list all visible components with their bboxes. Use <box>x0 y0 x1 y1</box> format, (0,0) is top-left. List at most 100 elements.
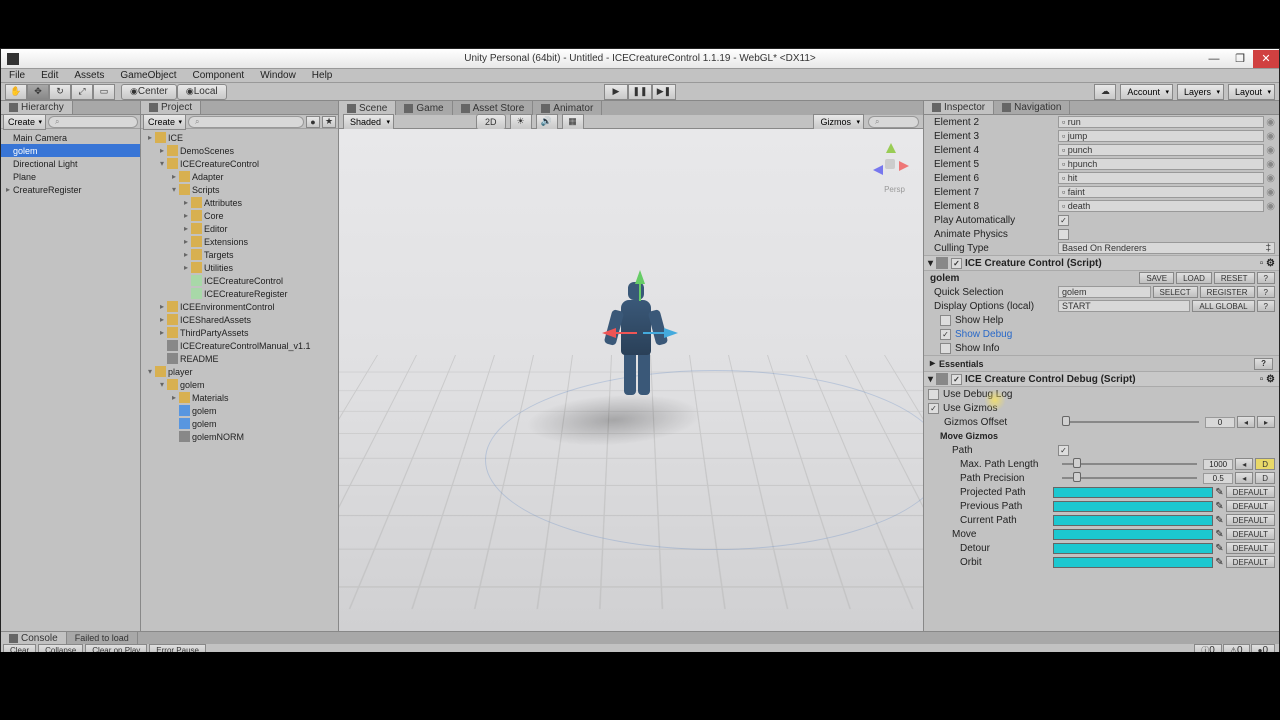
eyedropper-icon[interactable]: ✎ <box>1215 557 1223 568</box>
game-tab[interactable]: Game <box>396 101 452 115</box>
culling-dropdown[interactable]: Based On Renderers ‡ <box>1058 242 1275 254</box>
reset-button[interactable]: RESET <box>1214 272 1255 284</box>
pivot-toggle[interactable]: ◉ Center <box>121 84 177 100</box>
element-field[interactable]: ▫ faint <box>1058 186 1264 198</box>
element-field[interactable]: ▫ hpunch <box>1058 158 1264 170</box>
play-auto-checkbox[interactable]: ✓ <box>1058 215 1069 226</box>
layout-dropdown[interactable]: Layout <box>1228 84 1275 100</box>
precision-slider[interactable] <box>1062 477 1197 479</box>
color-swatch[interactable] <box>1053 543 1213 554</box>
show-info-checkbox[interactable] <box>940 343 951 354</box>
scene-view[interactable]: Persp <box>339 129 923 631</box>
gizmos-dropdown[interactable]: Gizmos <box>813 114 864 130</box>
essentials-header[interactable]: ▸Essentials? <box>924 355 1279 371</box>
anim-physics-checkbox[interactable] <box>1058 229 1069 240</box>
space-toggle[interactable]: ◉ Local <box>177 84 227 100</box>
hierarchy-tree[interactable]: Main CameragolemDirectional LightPlane▸C… <box>1 129 140 631</box>
select-button[interactable]: SELECT <box>1153 286 1198 298</box>
default-button[interactable]: DEFAULT <box>1226 556 1275 568</box>
project-item[interactable]: golem <box>141 417 338 430</box>
project-item[interactable]: golemNORM <box>141 430 338 443</box>
shading-mode[interactable]: Shaded <box>343 114 394 130</box>
element-field[interactable]: ▫ jump <box>1058 130 1264 142</box>
max-path-slider[interactable] <box>1062 463 1197 465</box>
display-opts-field[interactable]: START <box>1058 300 1190 312</box>
project-save[interactable]: ★ <box>322 116 336 128</box>
element-field[interactable]: ▫ run <box>1058 116 1264 128</box>
menu-assets[interactable]: Assets <box>70 70 108 81</box>
gizmo-y-axis[interactable] <box>635 270 645 284</box>
load-button[interactable]: LOAD <box>1176 272 1212 284</box>
project-item[interactable]: ▾player <box>141 365 338 378</box>
save-button[interactable]: SAVE <box>1139 272 1174 284</box>
menu-help[interactable]: Help <box>308 70 337 81</box>
gizmos-offset-value[interactable]: 0 <box>1205 417 1235 428</box>
step-button[interactable]: ▶❚ <box>652 84 676 100</box>
element-field[interactable]: ▫ death <box>1058 200 1264 212</box>
element-field[interactable]: ▫ hit <box>1058 172 1264 184</box>
color-swatch[interactable] <box>1053 501 1213 512</box>
project-item[interactable]: README <box>141 352 338 365</box>
project-item[interactable]: ▸Materials <box>141 391 338 404</box>
use-debug-log-checkbox[interactable] <box>928 389 939 400</box>
menu-edit[interactable]: Edit <box>37 70 62 81</box>
close-button[interactable]: ✕ <box>1253 50 1279 68</box>
project-search[interactable]: ⌕ <box>188 116 304 128</box>
play-button[interactable]: ▶ <box>604 84 628 100</box>
ice-debug-header[interactable]: ▾✓ICE Creature Control Debug (Script)▫ ⚙ <box>924 371 1279 387</box>
project-item[interactable]: ▸DemoScenes <box>141 144 338 157</box>
project-item[interactable]: ▾ICECreatureControl <box>141 157 338 170</box>
hierarchy-search[interactable]: ⌕ <box>48 116 138 128</box>
rect-tool[interactable]: ▭ <box>93 84 115 100</box>
project-filter[interactable]: ● <box>306 116 320 128</box>
menu-window[interactable]: Window <box>256 70 300 81</box>
light-toggle[interactable]: ☀ <box>510 114 532 130</box>
eyedropper-icon[interactable]: ✎ <box>1215 515 1223 526</box>
hierarchy-create[interactable]: Create <box>3 114 46 130</box>
d-button[interactable]: D <box>1255 458 1275 470</box>
rotate-tool[interactable]: ↻ <box>49 84 71 100</box>
project-tab[interactable]: Project <box>141 101 201 114</box>
ice-creature-control-header[interactable]: ▾✓ICE Creature Control (Script)▫ ⚙ <box>924 255 1279 271</box>
failed-tab[interactable]: Failed to load <box>67 632 138 644</box>
hierarchy-item[interactable]: Plane <box>1 170 140 183</box>
project-item[interactable]: ▸Targets <box>141 248 338 261</box>
default-button[interactable]: DEFAULT <box>1226 514 1275 526</box>
eyedropper-icon[interactable]: ✎ <box>1215 543 1223 554</box>
minimize-button[interactable]: — <box>1201 50 1227 68</box>
project-item[interactable]: ▾golem <box>141 378 338 391</box>
account-dropdown[interactable]: Account <box>1120 84 1173 100</box>
audio-toggle[interactable]: 🔊 <box>536 114 558 130</box>
show-help-checkbox[interactable] <box>940 315 951 326</box>
scene-search[interactable]: ⌕ <box>868 116 919 128</box>
move-tool[interactable]: ✥ <box>27 84 49 100</box>
precision-value[interactable]: 0.5 <box>1203 473 1233 484</box>
default-button[interactable]: DEFAULT <box>1226 542 1275 554</box>
project-item[interactable]: ▸ICEEnvironmentControl <box>141 300 338 313</box>
navigation-tab[interactable]: Navigation <box>994 101 1070 114</box>
eyedropper-icon[interactable]: ✎ <box>1215 487 1223 498</box>
project-item[interactable]: ▸ICE <box>141 131 338 144</box>
all-global-button[interactable]: ALL GLOBAL <box>1192 300 1254 312</box>
inspector-tab[interactable]: Inspector <box>924 101 994 114</box>
max-path-value[interactable]: 1000 <box>1203 459 1233 470</box>
project-item[interactable]: ▸ICESharedAssets <box>141 313 338 326</box>
project-item[interactable]: ▸ThirdPartyAssets <box>141 326 338 339</box>
maximize-button[interactable]: ❐ <box>1227 50 1253 68</box>
gizmo-x-axis[interactable] <box>664 328 678 338</box>
color-swatch[interactable] <box>1053 557 1213 568</box>
cloud-button[interactable]: ☁ <box>1094 84 1116 100</box>
hierarchy-item[interactable]: golem <box>1 144 140 157</box>
hand-tool[interactable]: ✋ <box>5 84 27 100</box>
project-item[interactable]: ▸Editor <box>141 222 338 235</box>
project-item[interactable]: ▸Core <box>141 209 338 222</box>
hierarchy-item[interactable]: Directional Light <box>1 157 140 170</box>
console-tab[interactable]: Console <box>1 632 67 644</box>
menu-gameobject[interactable]: GameObject <box>116 70 180 81</box>
color-swatch[interactable] <box>1053 515 1213 526</box>
use-gizmos-checkbox[interactable]: ✓ <box>928 403 939 414</box>
show-debug-checkbox[interactable]: ✓ <box>940 329 951 340</box>
project-item[interactable]: ICECreatureControl <box>141 274 338 287</box>
eyedropper-icon[interactable]: ✎ <box>1215 501 1223 512</box>
element-field[interactable]: ▫ punch <box>1058 144 1264 156</box>
